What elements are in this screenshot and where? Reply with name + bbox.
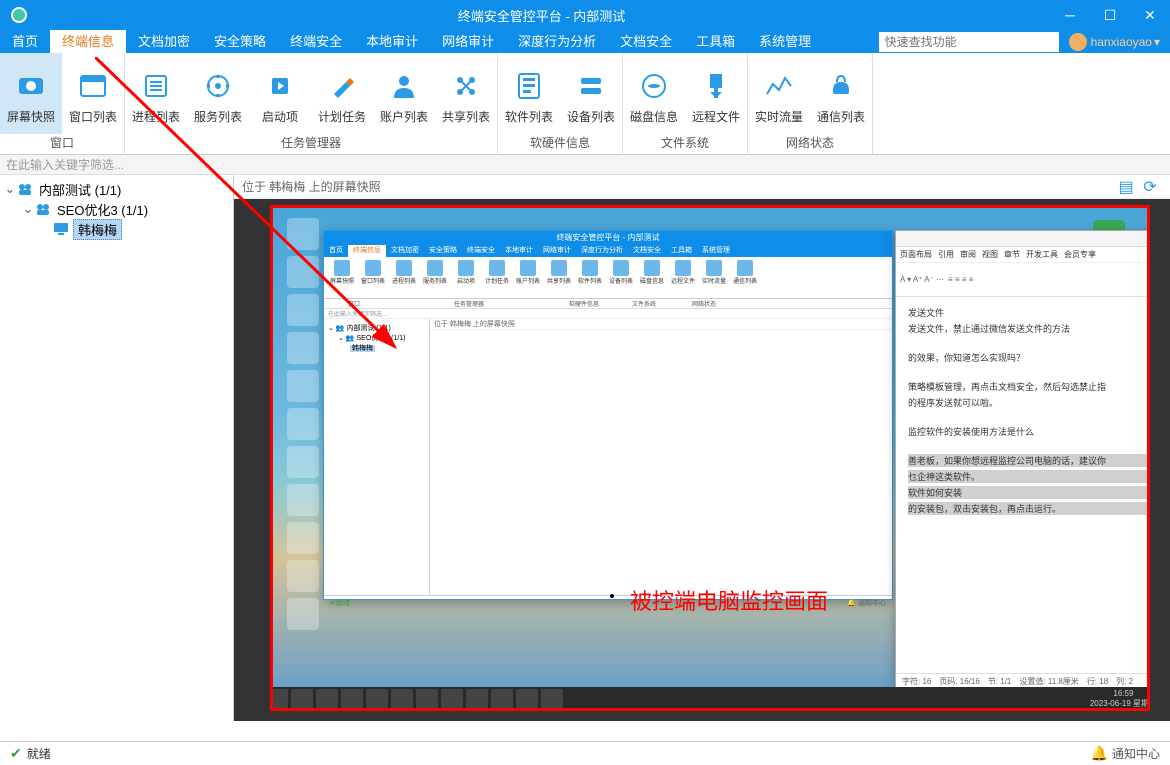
collapse-icon[interactable]: ⌄ [4, 181, 16, 197]
search-input[interactable] [879, 32, 1059, 52]
close-button[interactable]: ✕ [1130, 0, 1170, 30]
tab-behavior[interactable]: 深度行为分析 [506, 30, 608, 53]
filter-input[interactable]: 在此输入关键字筛选... [0, 155, 1170, 175]
status-text: 就绪 [27, 745, 1091, 762]
tab-terminal-security[interactable]: 终端安全 [278, 30, 354, 53]
sidebar-tree: ⌄ 内部测试 (1/1) ⌄ SEO优化3 (1/1) 韩梅梅 [0, 175, 234, 721]
location-bar: 位于 韩梅梅 上的屏幕快照 ▤ ⟳ [234, 175, 1170, 199]
ribbon-计划任务[interactable]: 计划任务 [311, 53, 373, 134]
tab-home[interactable]: 首页 [0, 30, 50, 53]
window-title: 终端安全管控平台 - 内部测试 [33, 6, 1050, 25]
bell-icon: 🔔 [1091, 745, 1108, 762]
remote-desktop: aeb共享(192.168.3...) home(192.168.3...) 每… [273, 208, 1147, 708]
screenshot-viewport: aeb共享(192.168.3...) home(192.168.3...) 每… [234, 199, 1170, 721]
menubar: 首页 终端信息 文档加密 安全策略 终端安全 本地审计 网络审计 深度行为分析 … [0, 30, 1170, 53]
annotation-text: 被控端电脑监控画面 [630, 584, 828, 616]
tab-network-audit[interactable]: 网络审计 [430, 30, 506, 53]
notification-center[interactable]: 🔔 通知中心 [1091, 745, 1160, 762]
inner-app-window: 终端安全管控平台 - 内部测试 首页终端信息文档加密安全策略终端安全本地审计网络… [323, 230, 893, 600]
ribbon-软件列表[interactable]: 软件列表 [498, 53, 560, 134]
username-label: hanxiaoyao [1091, 35, 1152, 49]
ribbon-窗口列表[interactable]: 窗口列表 [62, 53, 124, 134]
ribbon-启动项[interactable]: 启动项 [249, 53, 311, 134]
desktop-icons [279, 212, 327, 636]
annotation-frame: aeb共享(192.168.3...) home(192.168.3...) 每… [270, 205, 1150, 711]
ribbon-服务列表[interactable]: 服务列表 [187, 53, 249, 134]
titlebar: 终端安全管控平台 - 内部测试 ─ ☐ ✕ [0, 0, 1170, 30]
ribbon-磁盘信息[interactable]: 磁盘信息 [623, 53, 685, 134]
ribbon-进程列表[interactable]: 进程列表 [125, 53, 187, 134]
ribbon-通信列表[interactable]: 通信列表 [810, 53, 872, 134]
tab-doc-security[interactable]: 文档安全 [608, 30, 684, 53]
group-icon [34, 201, 52, 217]
tab-local-audit[interactable]: 本地审计 [354, 30, 430, 53]
ribbon-账户列表[interactable]: 账户列表 [373, 53, 435, 134]
remote-taskbar: 16:592023-06-19 星期一 [273, 687, 1147, 708]
monitor-icon [52, 221, 70, 237]
tree-child[interactable]: ⌄ SEO优化3 (1/1) [0, 199, 233, 219]
ribbon-设备列表[interactable]: 设备列表 [560, 53, 622, 134]
word-window: ☰▦ 立即登录 👤─☐ 页面布局引用审阅视图章节开发工具会员专享 🔍 查找 ⚙ … [895, 230, 1147, 690]
ribbon-远程文件[interactable]: 远程文件 [685, 53, 747, 134]
user-icon [1069, 33, 1087, 51]
check-icon: ✔ [10, 745, 22, 762]
tab-sysmgmt[interactable]: 系统管理 [747, 30, 823, 53]
ribbon-共享列表[interactable]: 共享列表 [435, 53, 497, 134]
ribbon-屏幕快照[interactable]: 屏幕快照 [0, 53, 62, 134]
tree-leaf[interactable]: 韩梅梅 [0, 219, 233, 239]
minimize-button[interactable]: ─ [1050, 0, 1090, 30]
ribbon-实时流量[interactable]: 实时流量 [748, 53, 810, 134]
tab-terminal-info[interactable]: 终端信息 [50, 30, 126, 53]
annotation-dot [610, 594, 614, 598]
tab-toolbox[interactable]: 工具箱 [684, 30, 747, 53]
tab-doc-encrypt[interactable]: 文档加密 [126, 30, 202, 53]
tab-security-policy[interactable]: 安全策略 [202, 30, 278, 53]
statusbar: ✔ 就绪 🔔 通知中心 [0, 741, 1170, 765]
group-icon [16, 181, 34, 197]
user-menu[interactable]: hanxiaoyao ▾ [1059, 33, 1170, 51]
refresh-icon[interactable]: ⟳ [1138, 175, 1162, 199]
ribbon: 屏幕快照窗口列表窗口进程列表服务列表启动项计划任务账户列表共享列表任务管理器软件… [0, 53, 1170, 155]
tree-root[interactable]: ⌄ 内部测试 (1/1) [0, 179, 233, 199]
document-icon[interactable]: ▤ [1114, 175, 1138, 199]
app-logo [5, 1, 33, 29]
maximize-button[interactable]: ☐ [1090, 0, 1130, 30]
collapse-icon[interactable]: ⌄ [22, 201, 34, 217]
